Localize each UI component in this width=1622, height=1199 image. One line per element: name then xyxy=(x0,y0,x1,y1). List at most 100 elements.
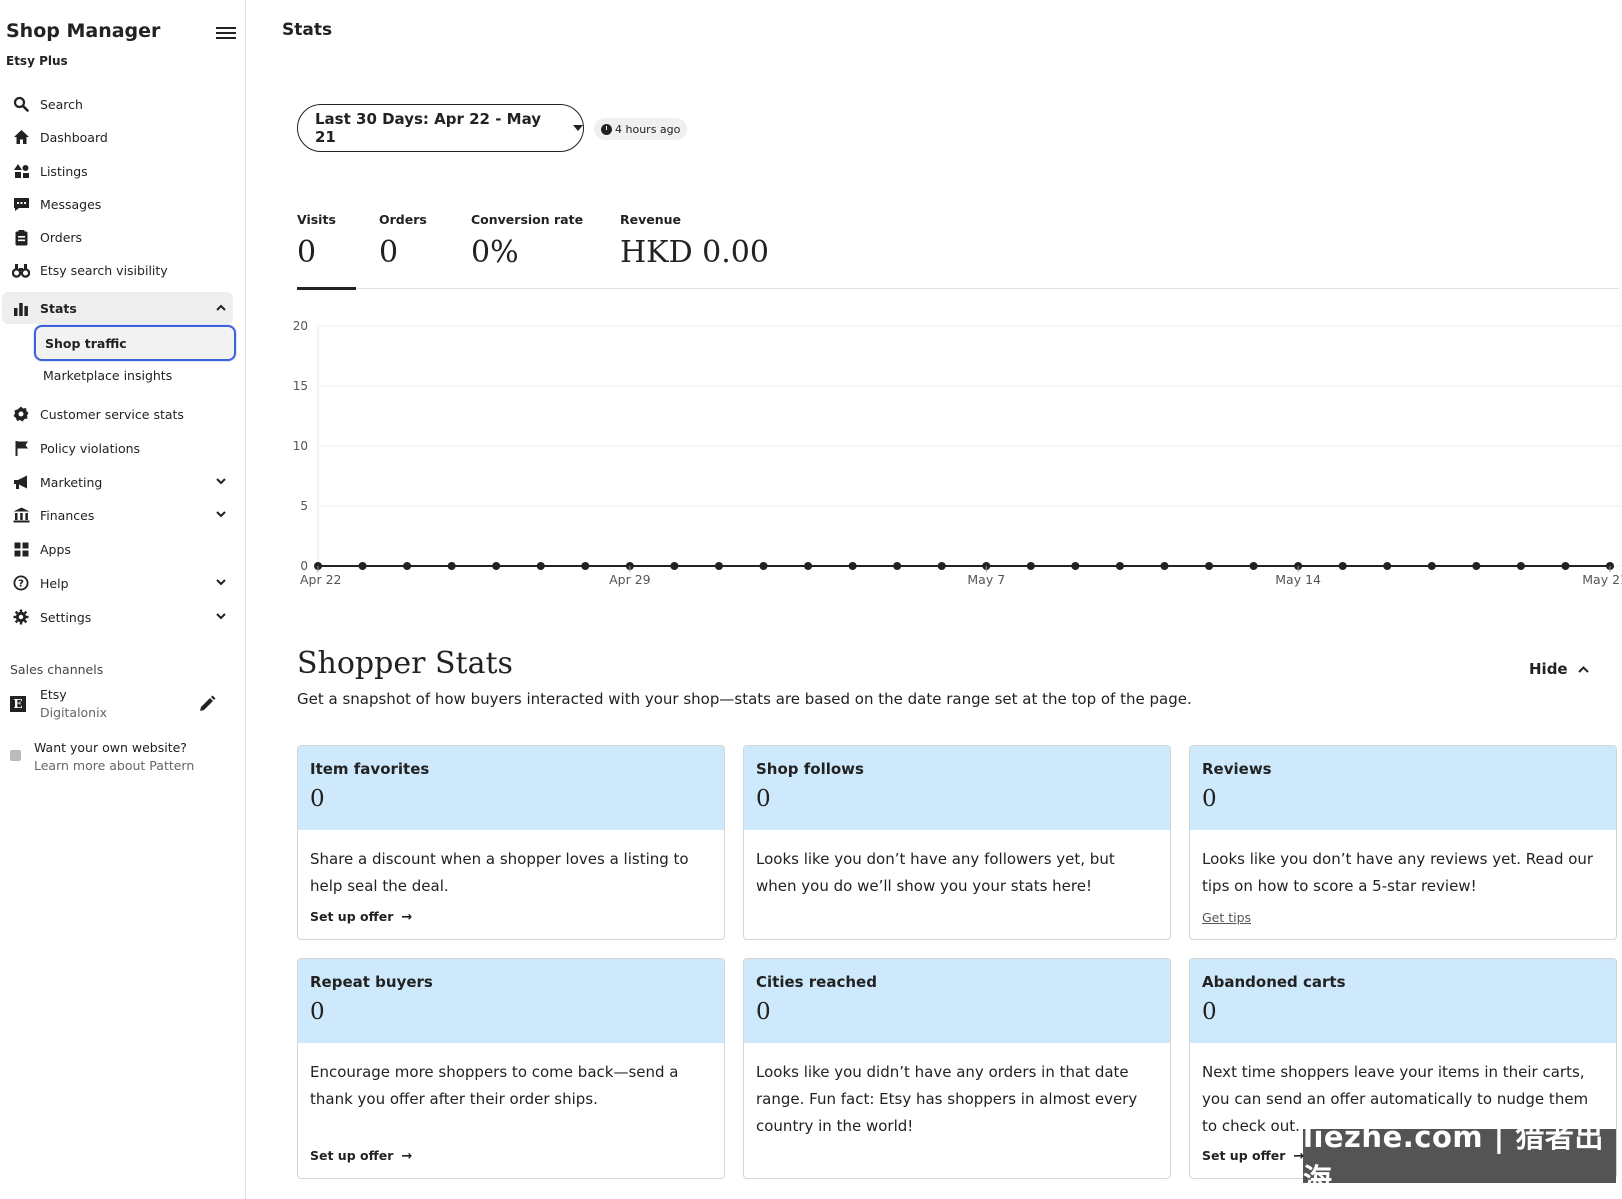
card-title: Abandoned carts xyxy=(1202,973,1346,991)
pattern-promo-title: Want your own website? xyxy=(34,740,187,755)
caret-down-icon xyxy=(573,123,583,134)
data-point xyxy=(492,562,501,570)
card-body: Looks like you don’t have any reviews ye… xyxy=(1202,850,1594,895)
sidebar-item-label: Customer service stats xyxy=(40,406,184,422)
binoculars-icon xyxy=(2,262,36,278)
shapes-icon xyxy=(2,163,36,179)
get-tips-link[interactable]: Get tips xyxy=(1202,910,1251,925)
metric-visits[interactable]: Visits 0 xyxy=(297,212,336,270)
x-tick-label: Apr 29 xyxy=(609,572,651,587)
sidebar-item-messages[interactable]: Messages xyxy=(2,188,233,220)
metric-value: 0 xyxy=(297,235,317,270)
sidebar-item-label: Finances xyxy=(40,507,95,523)
arrow-right-icon: → xyxy=(401,1149,413,1164)
metric-value: 0% xyxy=(471,235,519,270)
set-up-offer-link[interactable]: Set up offer → xyxy=(310,1148,412,1164)
data-point xyxy=(1026,562,1035,570)
x-tick-label: May 14 xyxy=(1275,572,1321,587)
card-body: Looks like you didn’t have any orders in… xyxy=(756,1063,1138,1135)
hide-label: Hide xyxy=(1529,660,1568,678)
card-value: 0 xyxy=(756,786,771,812)
metric-divider xyxy=(297,288,1619,289)
metric-label: Orders xyxy=(379,212,427,227)
data-point xyxy=(1249,562,1258,570)
main-content: Stats Last 30 Days: Apr 22 - May 21 4 ho… xyxy=(246,0,1622,1199)
menu-toggle-icon[interactable] xyxy=(216,25,236,41)
data-point xyxy=(1160,562,1169,570)
page-title: Stats xyxy=(282,20,333,40)
clock-icon xyxy=(601,123,612,135)
card-item-favorites: Item favorites 0 Share a discount when a … xyxy=(297,745,725,940)
sidebar-item-label: Search xyxy=(40,96,83,112)
data-point xyxy=(403,562,412,570)
data-point xyxy=(1561,562,1570,570)
hide-shopper-stats-button[interactable]: Hide xyxy=(1529,660,1589,678)
sidebar-subitem-marketplace-insights[interactable]: Marketplace insights xyxy=(34,357,236,393)
data-point xyxy=(447,562,456,570)
sidebar-item-dashboard[interactable]: Dashboard xyxy=(2,121,233,153)
metric-revenue[interactable]: Revenue HKD 0.00 xyxy=(620,212,769,270)
card-shop-follows: Shop follows 0 Looks like you don’t have … xyxy=(743,745,1171,940)
card-repeat-buyers: Repeat buyers 0 Encourage more shoppers t… xyxy=(297,958,725,1179)
data-point xyxy=(937,562,946,570)
visits-line-chart: 0 5 10 15 20 Apr 22 Apr 29 May 7 May 14 May 21 xyxy=(293,319,1622,587)
data-point xyxy=(893,562,902,570)
sidebar-item-label: Settings xyxy=(40,609,92,625)
sidebar-item-finances[interactable]: Finances xyxy=(2,499,233,531)
sidebar-item-label: Messages xyxy=(40,196,102,212)
card-title: Reviews xyxy=(1202,760,1272,778)
sidebar-item-orders[interactable]: Orders xyxy=(2,221,233,253)
data-point xyxy=(804,562,813,570)
edit-pencil-icon[interactable] xyxy=(198,695,216,717)
sidebar-item-customer-service-stats[interactable]: Customer service stats xyxy=(2,398,233,430)
date-range-dropdown[interactable]: Last 30 Days: Apr 22 - May 21 xyxy=(297,104,584,152)
card-value: 0 xyxy=(1202,786,1217,812)
card-reviews: Reviews 0 Looks like you don’t have any r… xyxy=(1189,745,1617,940)
data-point xyxy=(759,562,768,570)
card-title: Item favorites xyxy=(310,760,430,778)
sidebar-item-stats[interactable]: Stats xyxy=(2,292,233,324)
sidebar-item-help[interactable]: ? Help xyxy=(2,567,233,599)
chevron-down-icon xyxy=(209,578,233,589)
sidebar-item-listings[interactable]: Listings xyxy=(2,155,233,187)
sidebar-item-policy-violations[interactable]: Policy violations xyxy=(2,432,233,464)
sidebar-item-search-visibility[interactable]: Etsy search visibility xyxy=(2,254,233,286)
sidebar-subitem-shop-traffic[interactable]: Shop traffic xyxy=(34,325,236,361)
chevron-down-icon xyxy=(209,510,233,521)
data-point xyxy=(670,562,679,570)
gear-icon xyxy=(2,609,36,625)
megaphone-icon xyxy=(2,474,36,490)
pattern-promo[interactable]: Want your own website? Learn more about … xyxy=(10,740,236,776)
card-value: 0 xyxy=(310,786,325,812)
metric-conversion-rate[interactable]: Conversion rate 0% xyxy=(471,212,583,270)
set-up-offer-link[interactable]: Set up offer → xyxy=(310,909,412,925)
data-point xyxy=(581,562,590,570)
y-tick-label: 0 xyxy=(300,559,308,573)
data-point xyxy=(848,562,857,570)
sidebar-item-marketing[interactable]: Marketing xyxy=(2,466,233,498)
sales-channels-label: Sales channels xyxy=(10,662,104,677)
sales-channel-etsy[interactable]: E Etsy Digitalonix xyxy=(10,687,236,723)
data-point xyxy=(358,562,367,570)
sidebar-item-label: Orders xyxy=(40,229,83,245)
data-point xyxy=(714,562,723,570)
y-tick-label: 10 xyxy=(293,439,308,453)
sidebar-item-settings[interactable]: Settings xyxy=(2,601,233,633)
sidebar: Shop Manager Etsy Plus Search Dashboard … xyxy=(0,0,246,1199)
bar-chart-icon xyxy=(2,301,36,316)
y-tick-label: 15 xyxy=(293,379,308,393)
sidebar-item-search[interactable]: Search xyxy=(2,88,233,120)
pattern-promo-link[interactable]: Learn more about Pattern xyxy=(34,758,194,773)
set-up-offer-link[interactable]: Set up offer → xyxy=(1202,1148,1304,1164)
metric-orders[interactable]: Orders 0 xyxy=(379,212,427,270)
clipboard-icon xyxy=(2,229,36,246)
card-title: Repeat buyers xyxy=(310,973,433,991)
card-body: Looks like you don’t have any followers … xyxy=(756,850,1115,895)
chevron-up-icon xyxy=(209,303,233,314)
chat-icon xyxy=(2,196,36,212)
sidebar-item-apps[interactable]: Apps xyxy=(2,533,233,565)
sidebar-item-label: Etsy search visibility xyxy=(40,262,168,278)
data-point xyxy=(1427,562,1436,570)
plan-label: Etsy Plus xyxy=(6,54,68,68)
search-icon xyxy=(2,96,36,112)
